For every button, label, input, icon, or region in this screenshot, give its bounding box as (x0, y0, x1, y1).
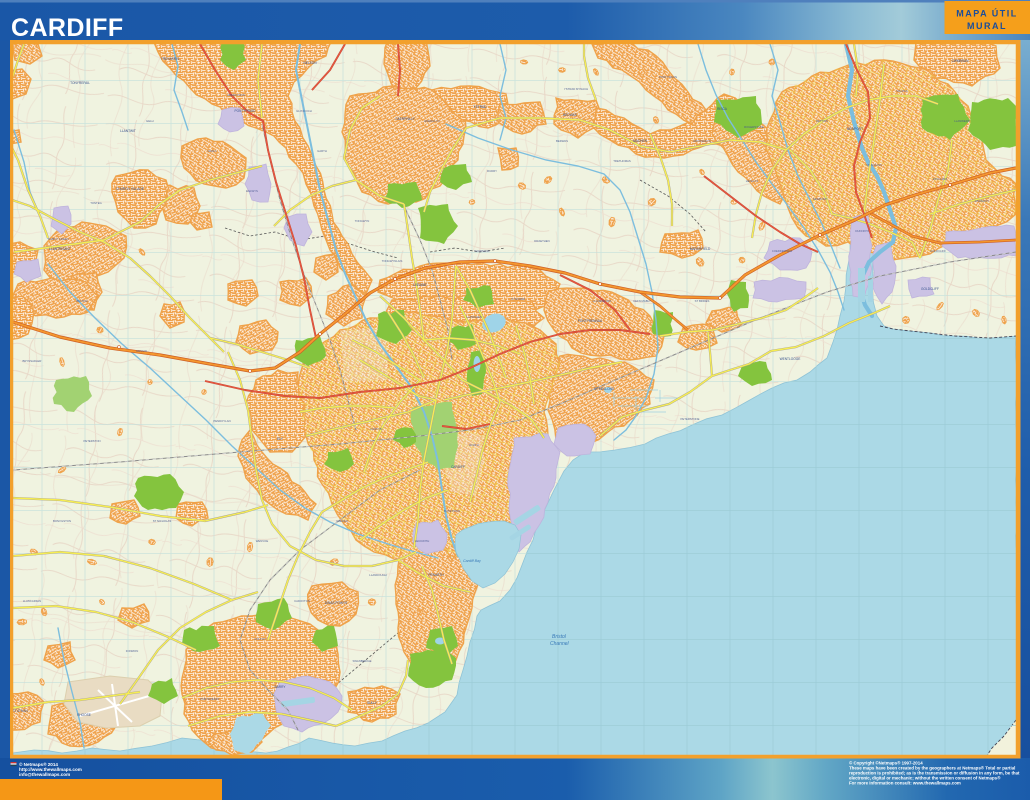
svg-text:CARDIFF: CARDIFF (11, 14, 124, 42)
svg-text:BRYNSADLER: BRYNSADLER (23, 359, 42, 363)
svg-text:ST BRIDES: ST BRIDES (695, 299, 710, 303)
svg-text:LLANTWIT: LLANTWIT (120, 129, 136, 133)
svg-text:MALPAS: MALPAS (896, 89, 907, 93)
svg-text:PETERSTON: PETERSTON (83, 439, 100, 443)
svg-text:THORNHILL: THORNHILL (474, 249, 490, 253)
svg-text:MARSHFIELD: MARSHFIELD (690, 247, 711, 251)
svg-text:TONTEG: TONTEG (90, 201, 102, 205)
svg-text:CROSSKEYS: CROSSKEYS (693, 139, 711, 143)
svg-text:PONTPRENNAU: PONTPRENNAU (578, 319, 603, 323)
svg-text:ENERGLYN: ENERGLYN (424, 119, 439, 123)
svg-text:BRYNNA: BRYNNA (76, 299, 88, 303)
svg-text:DINAS POWYS: DINAS POWYS (325, 601, 348, 605)
svg-text:EGLWYS: EGLWYS (246, 189, 258, 193)
svg-text:COLCOT: COLCOT (254, 637, 266, 641)
svg-text:GLYNCOCH: GLYNCOCH (296, 109, 312, 113)
svg-text:ST JULIANS: ST JULIANS (866, 163, 882, 167)
svg-text:ROATH: ROATH (469, 443, 479, 447)
svg-text:LLANDOUGH: LLANDOUGH (369, 573, 386, 577)
svg-text:ST ATHAN: ST ATHAN (12, 709, 28, 713)
svg-text:WENVOE: WENVOE (256, 539, 269, 543)
svg-text:COEDKERNEW: COEDKERNEW (772, 249, 793, 253)
svg-text:PENDOYLAN: PENDOYLAN (213, 419, 230, 423)
svg-text:PENARTH: PENARTH (428, 573, 444, 577)
svg-text:LISVANE: LISVANE (413, 283, 426, 287)
svg-text:BARRY: BARRY (275, 685, 287, 689)
svg-text:BONVILSTON: BONVILSTON (53, 519, 71, 523)
svg-text:TONGWYN: TONGWYN (355, 219, 370, 223)
svg-text:LISWERRY: LISWERRY (975, 199, 990, 203)
svg-text:NELSON: NELSON (303, 61, 317, 65)
svg-text:YSTRAD MYNACH: YSTRAD MYNACH (564, 87, 588, 91)
svg-text:TRETHOMAS: TRETHOMAS (613, 159, 631, 163)
svg-text:ST NICHOLAS: ST NICHOLAS (153, 519, 172, 523)
svg-text:Channel: Channel (550, 641, 570, 647)
svg-text:CWMBRAN: CWMBRAN (952, 59, 970, 63)
svg-text:info@thewallmaps.com: info@thewallmaps.com (19, 772, 70, 777)
svg-text:TONGWYNLAIS: TONGWYNLAIS (382, 259, 403, 263)
svg-text:MAPA ÚTIL: MAPA ÚTIL (956, 8, 1018, 19)
svg-text:RISCA: RISCA (717, 107, 728, 111)
svg-text:CAERAU: CAERAU (336, 519, 348, 523)
svg-text:TONYREFAIL: TONYREFAIL (70, 81, 90, 85)
svg-text:ELY: ELY (277, 437, 284, 441)
svg-text:NEWPORT: NEWPORT (813, 197, 828, 201)
svg-text:GARTH: GARTH (317, 149, 327, 153)
svg-text:DUFFRYN: DUFFRYN (855, 229, 868, 233)
svg-text:TREHARRIS: TREHARRIS (161, 57, 179, 61)
svg-text:GELLI: GELLI (146, 119, 154, 123)
svg-text:PONTYPRIDD: PONTYPRIDD (235, 109, 257, 113)
svg-text:WENTLOOGE: WENTLOOGE (780, 357, 801, 361)
svg-text:SULLY: SULLY (367, 701, 378, 705)
svg-text:CAERPHILLY: CAERPHILLY (395, 117, 415, 121)
svg-text:CADOXTON: CADOXTON (294, 599, 310, 603)
svg-text:Cardiff Bay: Cardiff Bay (463, 559, 481, 563)
svg-text:CYNCOED: CYNCOED (511, 297, 525, 301)
svg-text:BUTETOWN: BUTETOWN (444, 509, 460, 513)
svg-text:PONTYWAUN: PONTYWAUN (659, 75, 677, 79)
svg-text:LLANCARFAN: LLANCARFAN (23, 599, 41, 603)
svg-text:BEDWAS: BEDWAS (556, 139, 568, 143)
svg-text:GOLDCLIFF: GOLDCLIFF (930, 249, 946, 253)
svg-text:NEWPORT: NEWPORT (847, 127, 863, 131)
svg-text:BEDWAS: BEDWAS (563, 113, 577, 117)
svg-text:LLANWERN: LLANWERN (954, 119, 970, 123)
svg-text:BETTWS: BETTWS (816, 119, 828, 123)
svg-text:LLANISHEN: LLANISHEN (466, 315, 482, 319)
svg-text:LLANTRISANT: LLANTRISANT (49, 247, 71, 251)
svg-text:For more information consult:: For more information consult: www.thewal… (849, 781, 961, 786)
svg-text:ST MELLONS: ST MELLONS (594, 387, 614, 391)
svg-text:RHOOSE: RHOOSE (77, 713, 91, 717)
svg-text:ABERCYNON: ABERCYNON (227, 93, 245, 97)
svg-text:MURAL: MURAL (967, 21, 1007, 31)
svg-text:DRAETHEN: DRAETHEN (534, 239, 549, 243)
svg-text:GOLDCLIFF: GOLDCLIFF (921, 287, 939, 291)
svg-text:PORTHKERRY: PORTHKERRY (200, 697, 219, 701)
svg-text:SWANBRIDGE: SWANBRIDGE (352, 659, 371, 663)
svg-text:CARDIFF: CARDIFF (451, 465, 465, 469)
svg-text:CHURCH VILLAGE: CHURCH VILLAGE (116, 187, 144, 191)
svg-text:Bristol: Bristol (552, 634, 567, 640)
svg-text:GRAIG: GRAIG (207, 149, 216, 153)
svg-text:CEFN MABLY: CEFN MABLY (633, 299, 651, 303)
svg-text:CANTON: CANTON (370, 427, 382, 431)
svg-text:FONMON: FONMON (126, 649, 138, 653)
svg-text:PETERSTONE: PETERSTONE (681, 417, 700, 421)
svg-text:MACHEN: MACHEN (633, 139, 648, 143)
svg-text:ROGERSTONE: ROGERSTONE (744, 125, 764, 129)
svg-text:YSTRAD: YSTRAD (474, 105, 488, 109)
svg-text:RUDRY: RUDRY (487, 169, 497, 173)
svg-text:TALBOT GREEN: TALBOT GREEN (47, 237, 68, 241)
svg-text:HENLLYS: HENLLYS (746, 179, 759, 183)
svg-text:RINGLAND: RINGLAND (933, 177, 947, 181)
svg-text:LECKWITH: LECKWITH (415, 539, 429, 543)
svg-text:HENSOL: HENSOL (136, 349, 148, 353)
svg-text:LLANEDEYRN: LLANEDEYRN (593, 299, 612, 303)
